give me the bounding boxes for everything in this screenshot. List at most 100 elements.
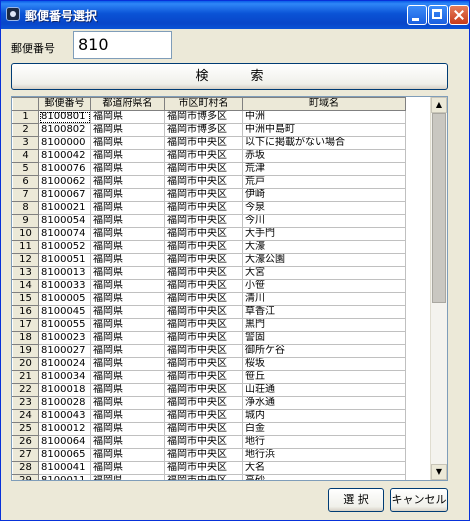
town-cell[interactable]: 大濠 (242, 240, 406, 254)
city-cell[interactable]: 福岡市中央区 (164, 227, 243, 241)
prefecture-cell[interactable]: 福岡県 (90, 409, 165, 423)
postal-code-cell[interactable]: 8100011 (38, 474, 91, 480)
row-number[interactable]: 5 (12, 162, 39, 176)
row-number[interactable]: 17 (12, 318, 39, 332)
city-cell[interactable]: 福岡市中央区 (164, 149, 243, 163)
city-cell[interactable]: 福岡市中央区 (164, 136, 243, 150)
prefecture-cell[interactable]: 福岡県 (90, 357, 165, 371)
city-cell[interactable]: 福岡市博多区 (164, 123, 243, 137)
city-cell[interactable]: 福岡市中央区 (164, 162, 243, 176)
postal-code-cell[interactable]: 8100076 (38, 162, 91, 176)
header-postal-code[interactable]: 郵便番号 (38, 97, 91, 111)
town-cell[interactable]: 今川 (242, 214, 406, 228)
table-row[interactable]: 28 8100041 福岡県 福岡市中央区 大名 (12, 461, 406, 475)
town-cell[interactable]: 小笹 (242, 279, 406, 293)
city-cell[interactable]: 福岡市中央区 (164, 240, 243, 254)
prefecture-cell[interactable]: 福岡県 (90, 136, 165, 150)
vertical-scrollbar[interactable]: ▲ ▼ (430, 97, 447, 480)
row-number[interactable]: 28 (12, 461, 39, 475)
city-cell[interactable]: 福岡市中央区 (164, 396, 243, 410)
prefecture-cell[interactable]: 福岡県 (90, 448, 165, 462)
table-row[interactable]: 7 8100067 福岡県 福岡市中央区 伊崎 (12, 188, 406, 202)
row-number[interactable]: 3 (12, 136, 39, 150)
prefecture-cell[interactable]: 福岡県 (90, 435, 165, 449)
table-row[interactable]: 26 8100064 福岡県 福岡市中央区 地行 (12, 435, 406, 449)
row-number[interactable]: 2 (12, 123, 39, 137)
postal-code-cell[interactable]: 8100023 (38, 331, 91, 345)
postal-code-input[interactable]: 810 (73, 31, 172, 59)
prefecture-cell[interactable]: 福岡県 (90, 175, 165, 189)
town-cell[interactable]: 大名 (242, 461, 406, 475)
table-row[interactable]: 5 8100076 福岡県 福岡市中央区 荒津 (12, 162, 406, 176)
city-cell[interactable]: 福岡市中央区 (164, 409, 243, 423)
cancel-button[interactable]: キャンセル (390, 488, 448, 512)
row-number[interactable]: 13 (12, 266, 39, 280)
city-cell[interactable]: 福岡市中央区 (164, 253, 243, 267)
prefecture-cell[interactable]: 福岡県 (90, 305, 165, 319)
city-cell[interactable]: 福岡市中央区 (164, 448, 243, 462)
postal-code-cell[interactable]: 8100051 (38, 253, 91, 267)
table-row[interactable]: 2 8100802 福岡県 福岡市博多区 中洲中島町 (12, 123, 406, 137)
town-cell[interactable]: 高砂 (242, 474, 406, 480)
city-cell[interactable]: 福岡市中央区 (164, 331, 243, 345)
row-number[interactable]: 22 (12, 383, 39, 397)
postal-code-cell[interactable]: 8100055 (38, 318, 91, 332)
city-cell[interactable]: 福岡市博多区 (164, 110, 243, 124)
town-cell[interactable]: 大宮 (242, 266, 406, 280)
prefecture-cell[interactable]: 福岡県 (90, 292, 165, 306)
postal-code-cell[interactable]: 8100027 (38, 344, 91, 358)
table-row[interactable]: 20 8100024 福岡県 福岡市中央区 桜坂 (12, 357, 406, 371)
prefecture-cell[interactable]: 福岡県 (90, 214, 165, 228)
city-cell[interactable]: 福岡市中央区 (164, 357, 243, 371)
city-cell[interactable]: 福岡市中央区 (164, 422, 243, 436)
town-cell[interactable]: 中洲 (242, 110, 406, 124)
prefecture-cell[interactable]: 福岡県 (90, 383, 165, 397)
table-row[interactable]: 18 8100023 福岡県 福岡市中央区 警固 (12, 331, 406, 345)
city-cell[interactable]: 福岡市中央区 (164, 370, 243, 384)
row-number[interactable]: 7 (12, 188, 39, 202)
table-row[interactable]: 3 8100000 福岡県 福岡市中央区 以下に掲載がない場合 (12, 136, 406, 150)
row-number[interactable]: 1 (12, 110, 39, 124)
city-cell[interactable]: 福岡市中央区 (164, 214, 243, 228)
town-cell[interactable]: 大手門 (242, 227, 406, 241)
row-number[interactable]: 20 (12, 357, 39, 371)
postal-code-cell[interactable]: 8100802 (38, 123, 91, 137)
table-row[interactable]: 14 8100033 福岡県 福岡市中央区 小笹 (12, 279, 406, 293)
table-row[interactable]: 19 8100027 福岡県 福岡市中央区 御所ケ谷 (12, 344, 406, 358)
postal-code-cell[interactable]: 8100042 (38, 149, 91, 163)
prefecture-cell[interactable]: 福岡県 (90, 331, 165, 345)
city-cell[interactable]: 福岡市中央区 (164, 344, 243, 358)
town-cell[interactable]: 赤坂 (242, 149, 406, 163)
postal-code-cell[interactable]: 8100024 (38, 357, 91, 371)
postal-code-cell[interactable]: 8100000 (38, 136, 91, 150)
town-cell[interactable]: 地行 (242, 435, 406, 449)
postal-code-cell[interactable]: 8100018 (38, 383, 91, 397)
prefecture-cell[interactable]: 福岡県 (90, 123, 165, 137)
town-cell[interactable]: 警固 (242, 331, 406, 345)
table-row[interactable]: 21 8100034 福岡県 福岡市中央区 笹丘 (12, 370, 406, 384)
table-row[interactable]: 24 8100043 福岡県 福岡市中央区 城内 (12, 409, 406, 423)
scroll-up-icon[interactable]: ▲ (431, 97, 447, 113)
city-cell[interactable]: 福岡市中央区 (164, 292, 243, 306)
row-number[interactable]: 25 (12, 422, 39, 436)
results-grid[interactable]: 郵便番号 都道府県名 市区町村名 町域名 1 8100801 福岡県 福岡市博多区 中洲… (11, 96, 448, 481)
row-number[interactable]: 9 (12, 214, 39, 228)
town-cell[interactable]: 桜坂 (242, 357, 406, 371)
prefecture-cell[interactable]: 福岡県 (90, 474, 165, 480)
table-row[interactable]: 15 8100005 福岡県 福岡市中央区 清川 (12, 292, 406, 306)
row-number[interactable]: 27 (12, 448, 39, 462)
row-number[interactable]: 4 (12, 149, 39, 163)
scroll-thumb[interactable] (432, 113, 446, 303)
postal-code-cell[interactable]: 8100041 (38, 461, 91, 475)
title-bar[interactable]: 郵便番号選択 (1, 1, 469, 29)
header-prefecture[interactable]: 都道府県名 (90, 97, 165, 111)
postal-code-cell[interactable]: 8100013 (38, 266, 91, 280)
city-cell[interactable]: 福岡市中央区 (164, 461, 243, 475)
town-cell[interactable]: 清川 (242, 292, 406, 306)
table-row[interactable]: 29 8100011 福岡県 福岡市中央区 高砂 (12, 474, 406, 480)
city-cell[interactable]: 福岡市中央区 (164, 318, 243, 332)
postal-code-cell[interactable]: 8100052 (38, 240, 91, 254)
maximize-button[interactable] (428, 5, 448, 25)
prefecture-cell[interactable]: 福岡県 (90, 227, 165, 241)
table-row[interactable]: 11 8100052 福岡県 福岡市中央区 大濠 (12, 240, 406, 254)
